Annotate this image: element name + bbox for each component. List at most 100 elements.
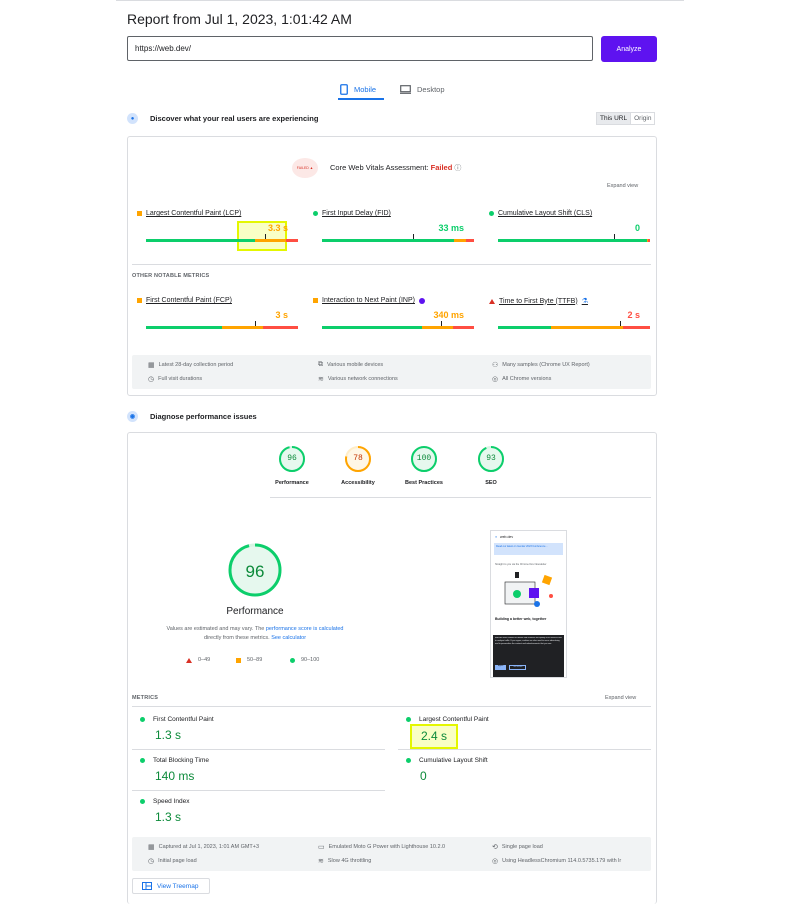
good-circle-icon [140, 799, 145, 804]
bar-average-segment [454, 239, 467, 242]
see-calculator-link[interactable]: See calculator [271, 635, 306, 641]
score-note-text-1: Values are estimated and may vary. The [166, 626, 265, 632]
lab-footer-text: Captured at Jul 1, 2023, 1:01 AM GMT+3 [158, 844, 260, 850]
field-expand-view[interactable]: Expand view [607, 183, 638, 189]
treemap-icon [142, 882, 152, 890]
field-footer-text: Many samples (Chrome UX Report) [502, 362, 590, 368]
score-note: Values are estimated and may vary. The p… [137, 625, 373, 643]
field-divider [132, 264, 651, 265]
gauges-divider [270, 497, 651, 498]
metric-fcp-label: First Contentful Paint [153, 716, 214, 723]
other-metric-1[interactable]: Interaction to Next Paint (INP) [313, 297, 425, 304]
metrics-divider [132, 706, 651, 707]
average-square-icon [236, 657, 241, 663]
good-circle-icon [489, 211, 494, 216]
analyze-button[interactable]: Analyze [601, 36, 657, 62]
url-origin-toggle[interactable]: This URL Origin [596, 112, 656, 125]
field-heading-text: Discover what your real users are experi… [150, 114, 319, 123]
metric-fcp-value: 1.3 s [155, 728, 182, 742]
core-metric-1[interactable]: First Input Delay (FID) [313, 210, 391, 217]
tab-mobile[interactable]: Mobile [340, 78, 376, 100]
lab-footer-item: ▭ Emulated Moto G Power with Lighthouse 1… [318, 843, 445, 851]
calendar-icon: ▦ [148, 362, 155, 369]
metric-lcp-label: Largest Contentful Paint [419, 716, 489, 723]
view-treemap-label: View Treemap [157, 882, 199, 890]
score-gauge-value: 93 [486, 454, 496, 463]
lab-footer-item: ⟲ Single page load [492, 843, 543, 851]
other-distribution-bar [498, 326, 650, 329]
samples-icon: ⚇ [492, 362, 499, 369]
field-footer-text: Various mobile devices [327, 362, 384, 368]
other-metric-0[interactable]: First Contentful Paint (FCP) [137, 297, 232, 304]
field-footer-item: ◎ All Chrome versions [492, 375, 551, 383]
bar-poor-segment [466, 239, 474, 242]
lab-heading-text: Diagnose performance issues [150, 412, 257, 421]
metric-lcp: Largest Contentful Paint [406, 716, 489, 723]
other-distribution-bar [322, 326, 474, 329]
bar-average-segment [422, 326, 453, 329]
lab-footer-text: Initial page load [158, 858, 197, 864]
thumb-illustration [504, 572, 553, 607]
score-gauge-label: Best Practices [405, 480, 443, 486]
toggle-origin[interactable]: Origin [630, 113, 654, 124]
metric-tbt: Total Blocking Time [140, 757, 209, 764]
good-circle-icon [406, 717, 411, 722]
metric-lcp-value: 2.4 s [410, 724, 458, 749]
thumb-text: Straight to you via the Chrome Dev Newsl… [495, 563, 547, 566]
users-icon: ● [127, 113, 138, 124]
inp-info-icon[interactable] [418, 297, 425, 304]
other-metric-label: Interaction to Next Paint (INP) [322, 297, 415, 304]
bar-percentile-marker [265, 234, 266, 239]
calendar-icon: ▦ [148, 844, 155, 851]
cwv-assessment-result: Failed [430, 163, 453, 172]
lab-footer-item: ◎ Using HeadlessChromium 114.0.5735.179 w… [492, 857, 621, 865]
other-metric-2[interactable]: Time to First Byte (TTFB) ⚗ [489, 297, 588, 305]
core-metric-value: 0 [634, 223, 640, 233]
device-icon: ▭ [318, 844, 325, 851]
score-gauge-label: Performance [275, 480, 309, 486]
wifi-icon: ≋ [318, 858, 324, 865]
view-treemap-button[interactable]: View Treemap [132, 878, 210, 894]
core-metric-2[interactable]: Cumulative Layout Shift (CLS) [489, 210, 592, 217]
legend-average: 50–89 [236, 657, 262, 663]
metric-divider [132, 790, 385, 791]
help-icon[interactable]: ⓘ [454, 165, 461, 172]
performance-score-link[interactable]: performance score is calculated [266, 626, 344, 632]
lab-footer-text: Slow 4G throttling [327, 858, 372, 864]
performance-big-score: 96 [245, 562, 265, 581]
chrome-icon: ◎ [492, 376, 499, 383]
lab-footer-item: ▦ Captured at Jul 1, 2023, 1:01 AM GMT+3 [148, 843, 259, 851]
bar-good-segment [322, 239, 455, 242]
field-section-heading: ● Discover what your real users are expe… [127, 113, 318, 124]
tab-desktop-label: Desktop [417, 84, 445, 94]
toggle-this-url[interactable]: This URL [597, 113, 631, 124]
field-footer-item: ≋ Various network connections [318, 375, 398, 383]
other-metrics-heading: OTHER NOTABLE METRICS [132, 273, 210, 279]
core-metric-label: First Input Delay (FID) [322, 210, 391, 217]
bar-good-segment [322, 326, 423, 329]
core-metric-value: 33 ms [438, 223, 464, 233]
single-load-icon: ⟲ [492, 844, 498, 851]
legend-average-label: 50–89 [247, 657, 263, 663]
lab-expand-view[interactable]: Expand view [605, 695, 636, 701]
metric-si-value: 1.3 s [155, 810, 182, 824]
average-square-icon [137, 298, 142, 303]
average-square-icon [313, 298, 318, 303]
bar-percentile-marker [614, 234, 615, 239]
field-footer-text: Latest 28-day collection period [158, 362, 234, 368]
lab-footer-text: Emulated Moto G Power with Lighthouse 10… [328, 844, 446, 850]
good-circle-icon [290, 657, 295, 663]
other-metric-label: First Contentful Paint (FCP) [146, 297, 232, 304]
legend-good: 90–100 [290, 657, 319, 663]
metric-cls-label: Cumulative Layout Shift [419, 757, 488, 764]
tab-desktop[interactable]: Desktop [400, 78, 445, 100]
url-input[interactable] [127, 36, 593, 61]
stopwatch-icon: ◷ [148, 376, 155, 383]
field-footer-item: ⚇ Many samples (Chrome UX Report) [492, 361, 590, 369]
bar-percentile-marker [413, 234, 414, 239]
lab-footer-item: ◷ Initial page load [148, 857, 197, 865]
mobile-icon [340, 83, 348, 95]
metric-cls-value: 0 [420, 769, 427, 783]
other-metric-label: Time to First Byte (TTFB) [499, 297, 578, 305]
core-metric-0[interactable]: Largest Contentful Paint (LCP) [137, 210, 241, 217]
